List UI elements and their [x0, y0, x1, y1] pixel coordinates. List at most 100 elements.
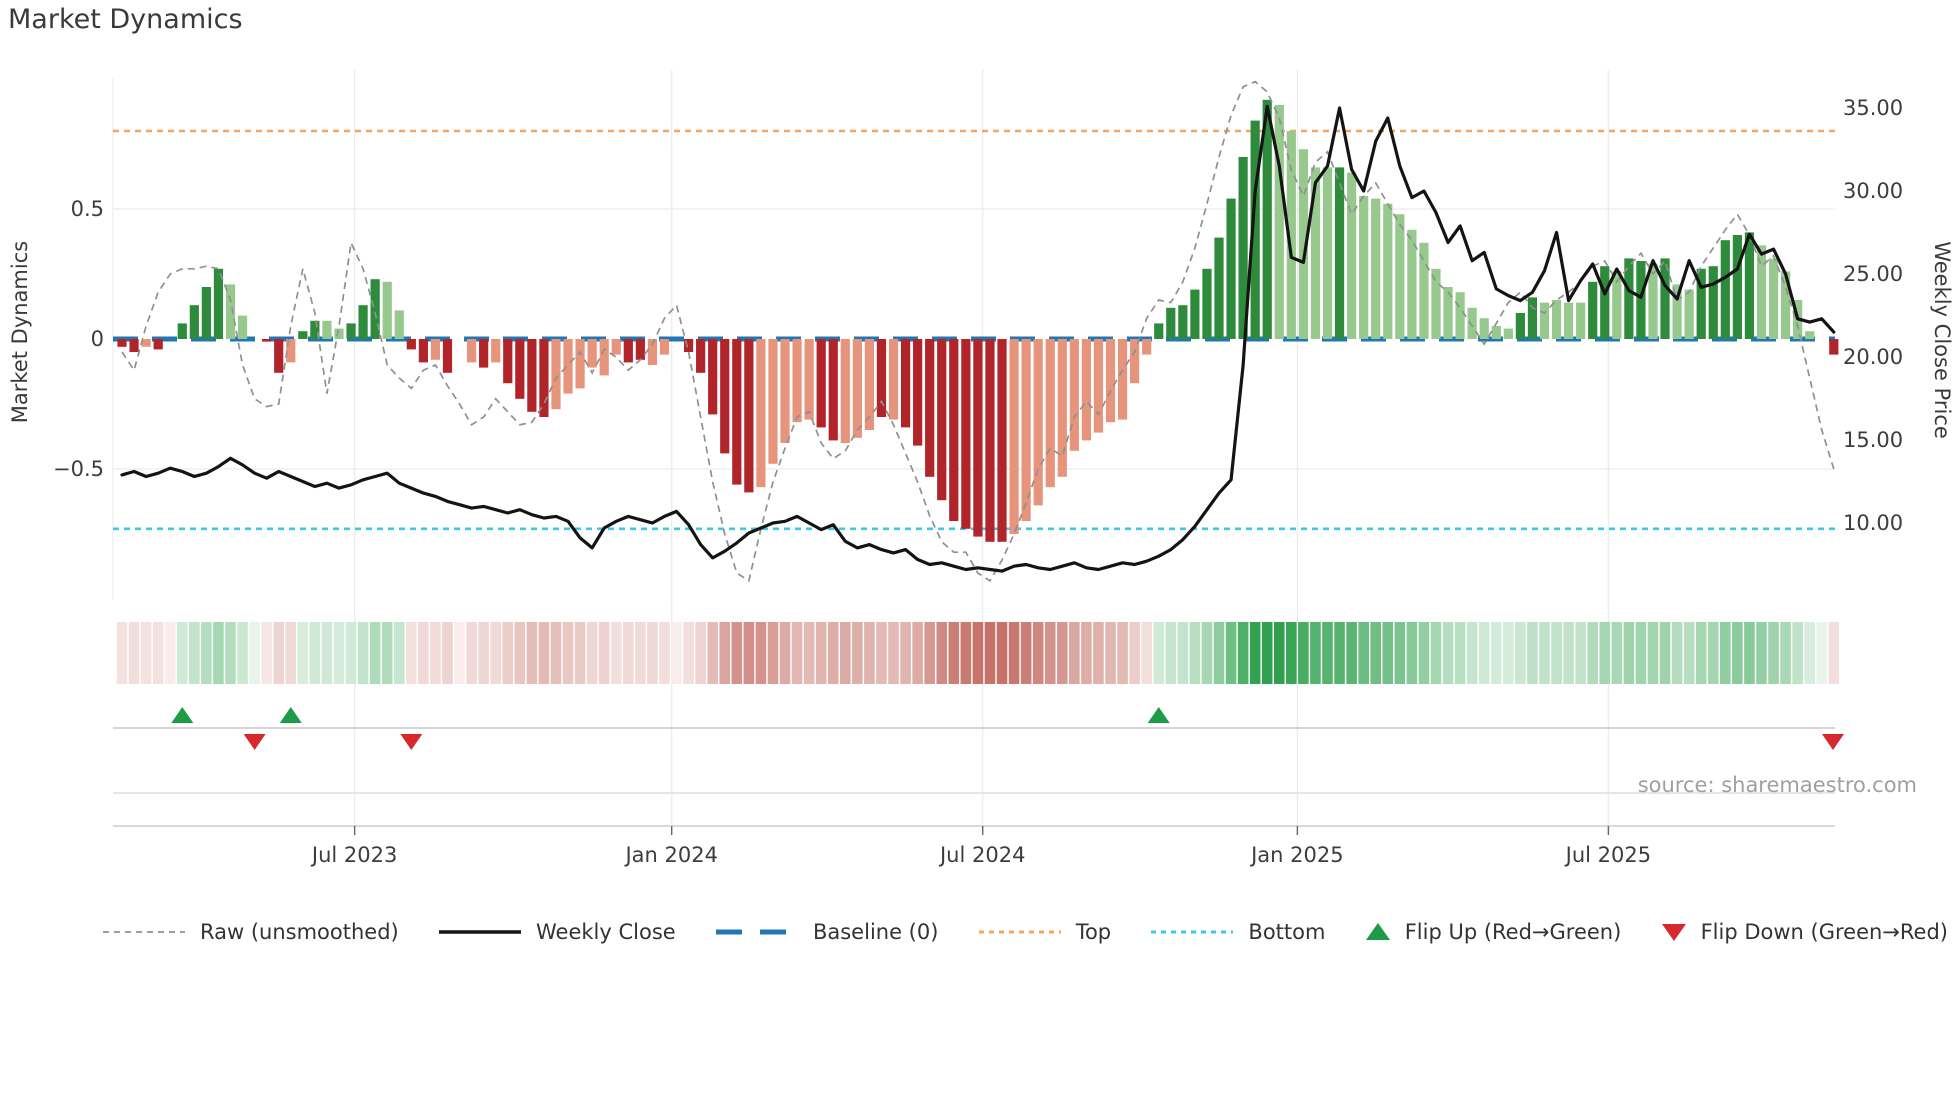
legend-label: Top	[1075, 920, 1112, 944]
heatmap-cell	[550, 622, 562, 684]
y-tick-label: −0.5	[53, 457, 104, 481]
right-axis-title: Weekly Close Price	[1930, 241, 1954, 439]
flip-up-triangle-icon	[1365, 923, 1390, 940]
heatmap-cell	[719, 622, 731, 684]
oscillator-bar	[1576, 302, 1586, 339]
price-tick-label: 10.00	[1843, 511, 1903, 535]
heatmap-cell	[369, 622, 381, 684]
heatmap-cell	[996, 622, 1008, 684]
oscillator-bar	[1732, 235, 1742, 339]
heatmap-cell	[1346, 622, 1357, 684]
heatmap-cell	[321, 622, 333, 684]
legend: Raw (unsmoothed) Weekly Close Baseline (…	[100, 920, 1948, 944]
legend-item-baseline: Baseline (0)	[713, 920, 938, 944]
oscillator-bar	[900, 339, 911, 428]
heatmap-cell	[1756, 622, 1767, 684]
heatmap-cell	[1056, 622, 1068, 684]
x-tick-label: Jul 2024	[938, 843, 1025, 867]
heatmap-cell	[671, 622, 682, 684]
oscillator-bar	[1527, 297, 1538, 339]
heatmap-cell	[502, 622, 514, 684]
oscillator-bar	[768, 339, 778, 464]
price-tick-label: 35.00	[1843, 96, 1903, 120]
oscillator-bar	[382, 281, 392, 339]
oscillator-bar	[913, 339, 923, 446]
flip-down-marker	[400, 734, 423, 750]
flip-down-marker	[1822, 734, 1844, 750]
oscillator-bar	[201, 287, 211, 339]
heatmap-cell	[478, 622, 489, 684]
oscillator-bar	[503, 339, 513, 384]
heatmap-cell	[815, 622, 827, 684]
left-axis-title: Market Dynamics	[8, 240, 32, 424]
baseline-swatch-icon	[715, 929, 798, 935]
oscillator-bar	[804, 339, 814, 420]
oscillator-bar	[346, 323, 356, 339]
heatmap-cell	[924, 622, 935, 684]
x-tick-label: Jan 2024	[623, 843, 718, 867]
heatmap-cell	[803, 622, 815, 684]
heatmap-cell	[1225, 622, 1237, 684]
oscillator-bar	[1081, 339, 1091, 441]
oscillator-bar	[551, 339, 561, 410]
oscillator-bar	[1383, 203, 1393, 339]
oscillator-bar	[177, 323, 187, 339]
heatmap-cell	[562, 622, 574, 684]
heatmap-cell	[827, 622, 839, 684]
heatmap-cell	[574, 622, 586, 684]
heatmap-cell	[1635, 622, 1647, 684]
heatmap-cell	[791, 622, 803, 684]
oscillator-bar	[491, 339, 501, 363]
price-tick-label: 30.00	[1843, 179, 1903, 203]
oscillator-bar	[780, 339, 790, 443]
weekly-close-swatch-icon	[439, 930, 522, 934]
heatmap-cell	[731, 622, 743, 684]
heatmap-cell	[707, 622, 718, 684]
oscillator-bar	[527, 339, 537, 412]
oscillator-bar	[1744, 232, 1755, 339]
heatmap-cell	[140, 622, 152, 684]
oscillator-bar	[1479, 318, 1489, 339]
oscillator-bar	[1768, 258, 1779, 339]
heatmap-cell	[454, 622, 465, 684]
oscillator-bar	[720, 339, 730, 454]
oscillator-bar	[888, 339, 899, 420]
price-tick-label: 25.00	[1843, 262, 1903, 286]
oscillator-bar	[937, 339, 947, 501]
flip-up-marker	[279, 707, 302, 723]
oscillator-bar	[322, 320, 332, 339]
oscillator-bar	[129, 339, 139, 352]
heatmap-cell	[1394, 622, 1406, 684]
oscillator-bar	[1805, 331, 1815, 339]
heatmap-cell	[659, 622, 670, 684]
heatmap-cell	[297, 622, 309, 684]
x-tick-label: Jan 2025	[1249, 843, 1344, 867]
heatmap-cell	[755, 622, 767, 684]
x-tick-label: Jul 2023	[310, 843, 397, 867]
oscillator-bar	[949, 339, 959, 521]
heatmap-cell	[406, 622, 417, 684]
legend-label: Baseline (0)	[812, 920, 939, 944]
oscillator-bar	[189, 305, 199, 339]
oscillator-bar	[1045, 339, 1055, 488]
oscillator-bar	[744, 339, 754, 493]
legend-label: Raw (unsmoothed)	[200, 920, 399, 944]
heatmap-cell	[1816, 622, 1828, 684]
heatmap-cell	[984, 622, 996, 684]
heatmap-cell	[960, 622, 972, 684]
heatmap-cell	[1780, 622, 1791, 684]
heatmap-cell	[357, 622, 369, 684]
heatmap-cell	[1683, 622, 1695, 684]
legend-label: Flip Down (Green→Red)	[1700, 920, 1948, 944]
heatmap-cell	[1707, 622, 1719, 684]
legend-label: Weekly Close	[536, 920, 676, 944]
oscillator-bar	[262, 339, 272, 342]
oscillator-bar	[852, 339, 862, 438]
heatmap-cell	[1358, 622, 1369, 684]
heatmap-cell	[176, 622, 188, 684]
heatmap-cell	[1105, 622, 1116, 684]
chart-canvas: Jul 2023 Jan 2024 Jul 2024 Jan 2025 Jul 2025…	[53, 70, 1917, 867]
heatmap-cell	[1249, 622, 1261, 684]
oscillator-bar	[394, 310, 404, 339]
flip-up-marker	[1147, 707, 1170, 723]
